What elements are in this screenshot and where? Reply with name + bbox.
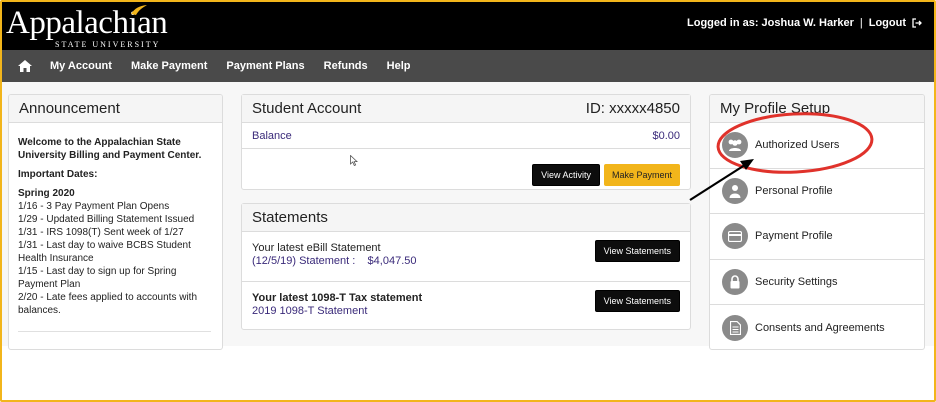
separator: | <box>859 17 863 29</box>
person-icon <box>722 177 748 204</box>
logo-bird-icon <box>131 5 147 15</box>
profile-item-label: Payment Profile <box>755 230 833 243</box>
announcement-date: 1/29 - Updated Billing Statement Issued <box>18 214 195 225</box>
profile-item-label: Security Settings <box>755 275 838 288</box>
lock-icon <box>722 268 748 295</box>
student-account-title: Student Account <box>252 100 362 117</box>
nav-make-payment[interactable]: Make Payment <box>131 60 207 72</box>
profile-setup-title: My Profile Setup <box>710 95 924 123</box>
profile-setup-panel: My Profile Setup Authorized Users Person… <box>709 94 925 350</box>
logo-subtitle: STATE UNIVERSITY <box>55 40 161 49</box>
announcement-panel: Announcement Welcome to the Appalachian … <box>8 94 223 350</box>
divider <box>18 331 211 332</box>
profile-item-label: Authorized Users <box>755 139 840 152</box>
view-statements-button[interactable]: View Statements <box>594 290 680 312</box>
view-statements-button[interactable]: View Statements <box>594 240 680 262</box>
users-icon <box>722 132 748 159</box>
student-id: ID: xxxxx4850 <box>585 100 680 117</box>
nav-payment-plans[interactable]: Payment Plans <box>226 60 304 72</box>
home-icon[interactable] <box>18 60 32 72</box>
profile-item-authorized-users[interactable]: Authorized Users <box>710 123 924 169</box>
document-icon <box>722 314 748 341</box>
logout-icon[interactable] <box>912 18 922 28</box>
profile-item-label: Consents and Agreements <box>755 321 885 334</box>
main-nav: My Account Make Payment Payment Plans Re… <box>2 50 934 82</box>
logout-link[interactable]: Logout <box>869 17 906 29</box>
announcement-term: Spring 2020 <box>18 188 75 199</box>
profile-item-payment-profile[interactable]: Payment Profile <box>710 214 924 260</box>
mouse-cursor-icon <box>350 155 358 166</box>
nav-refunds[interactable]: Refunds <box>324 60 368 72</box>
balance-label: Balance <box>252 130 292 142</box>
profile-item-security-settings[interactable]: Security Settings <box>710 260 924 305</box>
profile-item-personal-profile[interactable]: Personal Profile <box>710 169 924 214</box>
statements-title: Statements <box>242 204 690 232</box>
announcement-title: Announcement <box>9 95 222 123</box>
credit-card-icon <box>722 223 748 250</box>
announcement-date: 1/16 - 3 Pay Payment Plan Opens <box>18 201 170 212</box>
announcement-welcome: Welcome to the Appalachian State Univers… <box>18 137 202 161</box>
balance-row[interactable]: Balance $0.00 <box>242 123 690 149</box>
make-payment-button[interactable]: Make Payment <box>603 164 680 186</box>
announcement-date: 2/20 - Late fees applied to accounts wit… <box>18 292 198 316</box>
announcement-date: 1/31 - Last day to waive BCBS Student He… <box>18 240 191 264</box>
statements-panel: Statements Your latest eBill Statement (… <box>241 203 691 330</box>
student-account-panel: Student Account ID: xxxxx4850 Balance $0… <box>241 94 691 190</box>
announcement-important: Important Dates: <box>18 169 98 180</box>
view-activity-button[interactable]: View Activity <box>532 164 600 186</box>
account-actions: View Activity Make Payment <box>532 164 680 186</box>
top-bar: Appalachian STATE UNIVERSITY Logged in a… <box>2 2 934 50</box>
profile-item-label: Personal Profile <box>755 184 833 197</box>
login-info: Logged in as: Joshua W. Harker | Logout <box>687 17 922 29</box>
profile-item-consents[interactable]: Consents and Agreements <box>710 305 924 349</box>
tax-item: Your latest 1098-T Tax statement 2019 10… <box>242 282 690 328</box>
ebill-item: Your latest eBill Statement (12/5/19) St… <box>242 232 690 282</box>
nav-my-account[interactable]: My Account <box>50 60 112 72</box>
student-account-header: Student Account ID: xxxxx4850 <box>242 95 690 123</box>
balance-value: $0.00 <box>652 130 680 142</box>
logged-in-text: Logged in as: Joshua W. Harker <box>687 17 854 29</box>
announcement-date: 1/31 - IRS 1098(T) Sent week of 1/27 <box>18 227 184 238</box>
announcement-date: 1/15 - Last day to sign up for Spring Pa… <box>18 266 177 290</box>
nav-help[interactable]: Help <box>387 60 411 72</box>
